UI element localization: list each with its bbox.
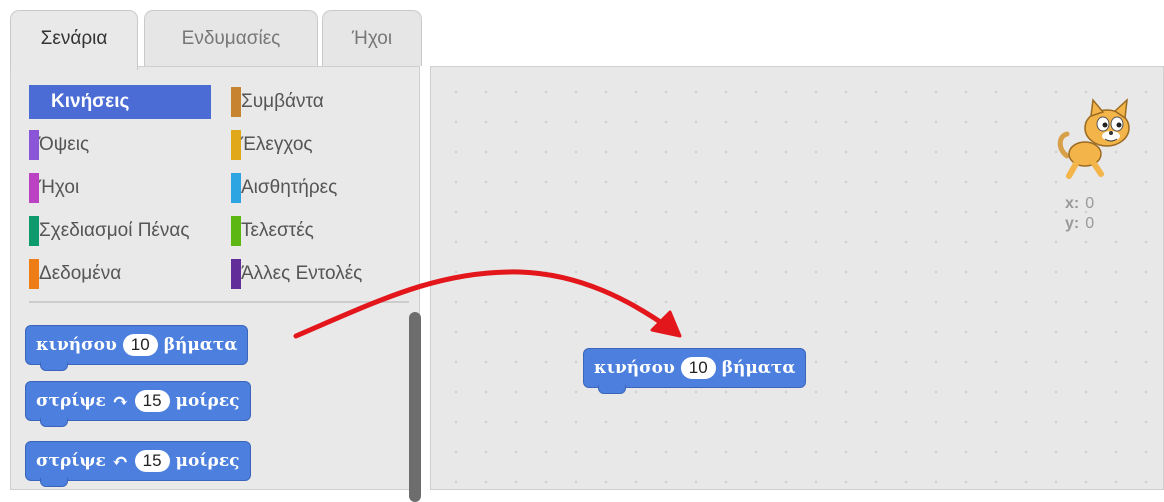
category-control-label: Έλεγχος [241,134,313,155]
category-color-swatch [231,130,241,160]
category-motion-label: Κινήσεις [51,91,130,112]
sprite-y-row: y: 0 [1065,214,1094,234]
sprite-cat-icon [1057,98,1130,179]
category-pen[interactable]: Σχεδιασμοί Πένας [29,214,231,248]
move-steps-block[interactable]: κινήσου 10 βήματα [25,325,249,371]
category-sound[interactable]: Ήχοι [29,171,229,205]
category-pen-label: Σχεδιασμοί Πένας [39,220,190,241]
category-events[interactable]: Συμβάντα [231,85,411,119]
turn-left-block[interactable]: στρίψε ↶ 15 μοίρες [25,441,251,487]
move-steps-block-script[interactable]: κινήσου 10 βήματα [583,348,807,394]
rotate-counterclockwise-icon: ↶ [111,449,129,473]
category-color-swatch [29,259,39,289]
y-value: 0 [1085,215,1095,232]
x-value: 0 [1085,195,1095,212]
degrees-input[interactable]: 15 [134,390,170,412]
category-data[interactable]: Δεδομένα [29,257,229,291]
turn-right-block[interactable]: στρίψε ↷ 15 μοίρες [25,381,251,427]
category-operators-label: Τελεστές [241,220,314,241]
category-motion[interactable]: Κινήσεις [29,85,211,119]
block-text: μοίρες [175,451,240,471]
block-text: βήματα [163,335,238,355]
category-events-label: Συμβάντα [241,91,324,112]
rotate-clockwise-icon: ↷ [111,389,129,413]
tab-costumes[interactable]: Ενδυμασίες [144,10,318,66]
block-palette: Κινήσεις Συμβάντα Όψεις Έλεγχος Ήχοι Αισ… [10,66,421,502]
script-area[interactable] [430,66,1164,490]
x-label: x: [1065,195,1080,212]
degrees-input[interactable]: 15 [134,450,170,472]
block-text: κινήσου [36,335,117,355]
category-sound-label: Ήχοι [39,177,80,198]
block-text: κινήσου [594,358,675,378]
category-color-swatch [29,173,39,203]
palette-divider [29,301,409,303]
category-data-label: Δεδομένα [39,263,122,284]
category-looks-label: Όψεις [39,134,90,155]
category-color-swatch [29,216,39,246]
category-color-swatch [231,87,241,117]
tab-bar: Σενάρια Ενδυμασίες Ήχοι [0,0,1164,70]
category-color-swatch [29,130,39,160]
tab-scripts[interactable]: Σενάρια [10,10,138,70]
category-color-swatch [231,216,241,246]
category-looks[interactable]: Όψεις [29,128,229,162]
block-text: στρίψε [36,391,106,411]
palette-scrollbar[interactable] [409,312,421,502]
category-color-swatch [231,259,241,289]
category-operators[interactable]: Τελεστές [231,214,411,248]
category-color-swatch [231,173,241,203]
category-more-blocks[interactable]: Άλλες Εντολές [231,257,416,291]
tab-sounds[interactable]: Ήχοι [322,10,422,66]
sprite-coordinates: x: 0 y: 0 [1065,194,1094,234]
steps-input[interactable]: 10 [122,334,158,356]
category-control[interactable]: Έλεγχος [231,128,411,162]
category-sensing[interactable]: Αισθητήρες [231,171,411,205]
steps-input[interactable]: 10 [680,357,716,379]
block-text: μοίρες [175,391,240,411]
category-more-blocks-label: Άλλες Εντολές [241,263,363,284]
y-label: y: [1065,215,1080,232]
category-sensing-label: Αισθητήρες [241,177,338,198]
sprite-x-row: x: 0 [1065,194,1094,214]
block-text: στρίψε [36,451,106,471]
block-text: βήματα [721,358,796,378]
